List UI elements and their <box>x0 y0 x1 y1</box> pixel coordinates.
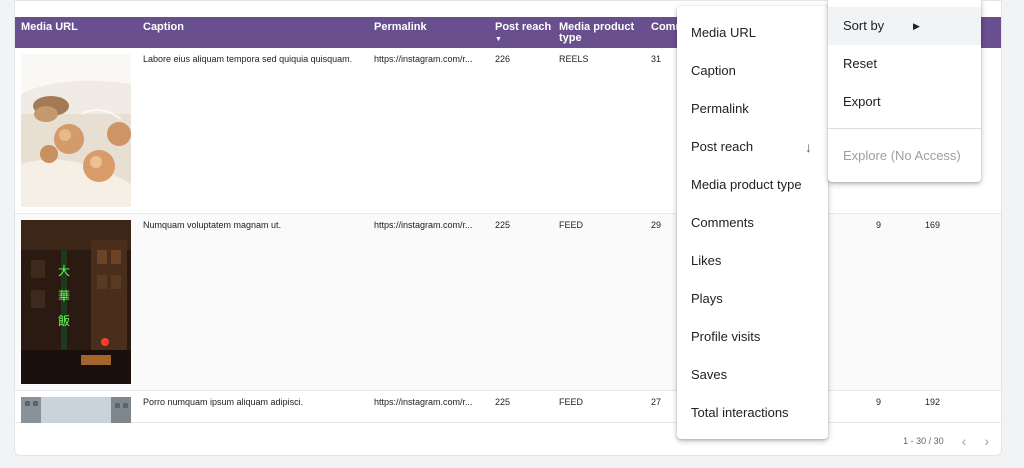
cell-permalink[interactable]: https://instagram.com/r... <box>374 397 473 408</box>
table-row[interactable]: Porro numquam ipsum aliquam adipisci. ht… <box>15 391 1001 423</box>
cell-media-type: FEED <box>559 220 584 230</box>
triangle-right-icon: ▶ <box>913 21 920 31</box>
sort-option-profile-visits[interactable]: Profile visits <box>677 318 828 356</box>
sort-option-caption[interactable]: Caption <box>677 52 828 90</box>
cell-comments: 27 <box>651 397 662 407</box>
cell-permalink[interactable]: https://instagram.com/r... <box>374 220 473 231</box>
cell-saves: 9 <box>876 397 882 407</box>
sort-option-post-reach-label: Post reach <box>691 139 754 154</box>
chevron-right-icon[interactable]: › <box>984 434 989 448</box>
menu-item-sort-by[interactable]: Sort by ▶ <box>828 7 981 45</box>
pastry-image <box>21 54 131 207</box>
cell-media-type: FEED <box>559 397 584 407</box>
header-caption[interactable]: Caption <box>143 22 184 33</box>
arrow-down-icon: ↓ <box>805 139 812 155</box>
header-post-reach[interactable]: Post reach ▼ <box>495 22 551 45</box>
menu-item-reset[interactable]: Reset <box>828 45 981 83</box>
cell-saves: 9 <box>876 220 882 230</box>
menu-item-explore: Explore (No Access) <box>843 148 961 163</box>
cell-caption: Numquam voluptatem magnam ut. <box>143 220 282 230</box>
sort-desc-caret-icon: ▼ <box>495 36 502 43</box>
svg-text:華: 華 <box>58 289 70 303</box>
header-post-reach-label: Post reach <box>495 21 552 33</box>
media-thumbnail <box>21 54 131 207</box>
cell-caption: Porro numquam ipsum aliquam adipisci. <box>143 397 304 407</box>
sort-option-comments[interactable]: Comments <box>677 204 828 242</box>
sort-option-likes[interactable]: Likes <box>677 242 828 280</box>
cell-permalink[interactable]: https://instagram.com/r... <box>374 54 473 65</box>
building-image <box>21 397 131 423</box>
cell-total-interactions: 192 <box>925 397 941 407</box>
neon-street-image: 大 華 飯 <box>21 220 131 384</box>
header-media-url[interactable]: Media URL <box>21 22 78 33</box>
cell-comments: 31 <box>651 54 662 64</box>
table-row[interactable]: 大 華 飯 Numquam voluptatem magnam ut. http… <box>15 214 1001 391</box>
cell-post-reach: 225 <box>495 397 511 407</box>
pagination: 1 - 30 / 30 ‹ › <box>903 433 989 449</box>
sort-option-total-interactions[interactable]: Total interactions <box>677 394 828 432</box>
menu-divider <box>828 128 981 129</box>
sort-option-saves[interactable]: Saves <box>677 356 828 394</box>
cell-post-reach: 225 <box>495 220 511 230</box>
pagination-range: 1 - 30 / 30 <box>903 436 944 446</box>
table-context-menu: Sort by ▶ Reset Export Explore (No Acces… <box>828 0 981 182</box>
cell-total-interactions: 169 <box>925 220 941 230</box>
sort-option-plays[interactable]: Plays <box>677 280 828 318</box>
media-thumbnail: 大 華 飯 <box>21 220 131 384</box>
cell-caption: Labore eius aliquam tempora sed quiquia … <box>143 54 353 64</box>
chevron-left-icon[interactable]: ‹ <box>962 434 967 448</box>
sort-option-media-url[interactable]: Media URL <box>677 14 828 52</box>
sort-option-permalink[interactable]: Permalink <box>677 90 828 128</box>
header-media-product-type[interactable]: Media product type <box>559 22 639 44</box>
menu-item-export[interactable]: Export <box>828 83 981 121</box>
menu-item-sort-by-label: Sort by <box>843 18 885 33</box>
header-permalink[interactable]: Permalink <box>374 22 427 33</box>
sort-columns-submenu: Media URL Caption Permalink Post reach ↓… <box>677 6 828 439</box>
media-thumbnail <box>21 397 131 423</box>
cell-media-type: REELS <box>559 54 589 64</box>
cell-post-reach: 226 <box>495 54 511 64</box>
svg-text:飯: 飯 <box>58 313 70 328</box>
svg-text:大: 大 <box>58 264 70 278</box>
sort-option-post-reach[interactable]: Post reach ↓ <box>677 128 828 166</box>
cell-comments: 29 <box>651 220 662 230</box>
sort-option-media-product-type[interactable]: Media product type <box>677 166 828 204</box>
